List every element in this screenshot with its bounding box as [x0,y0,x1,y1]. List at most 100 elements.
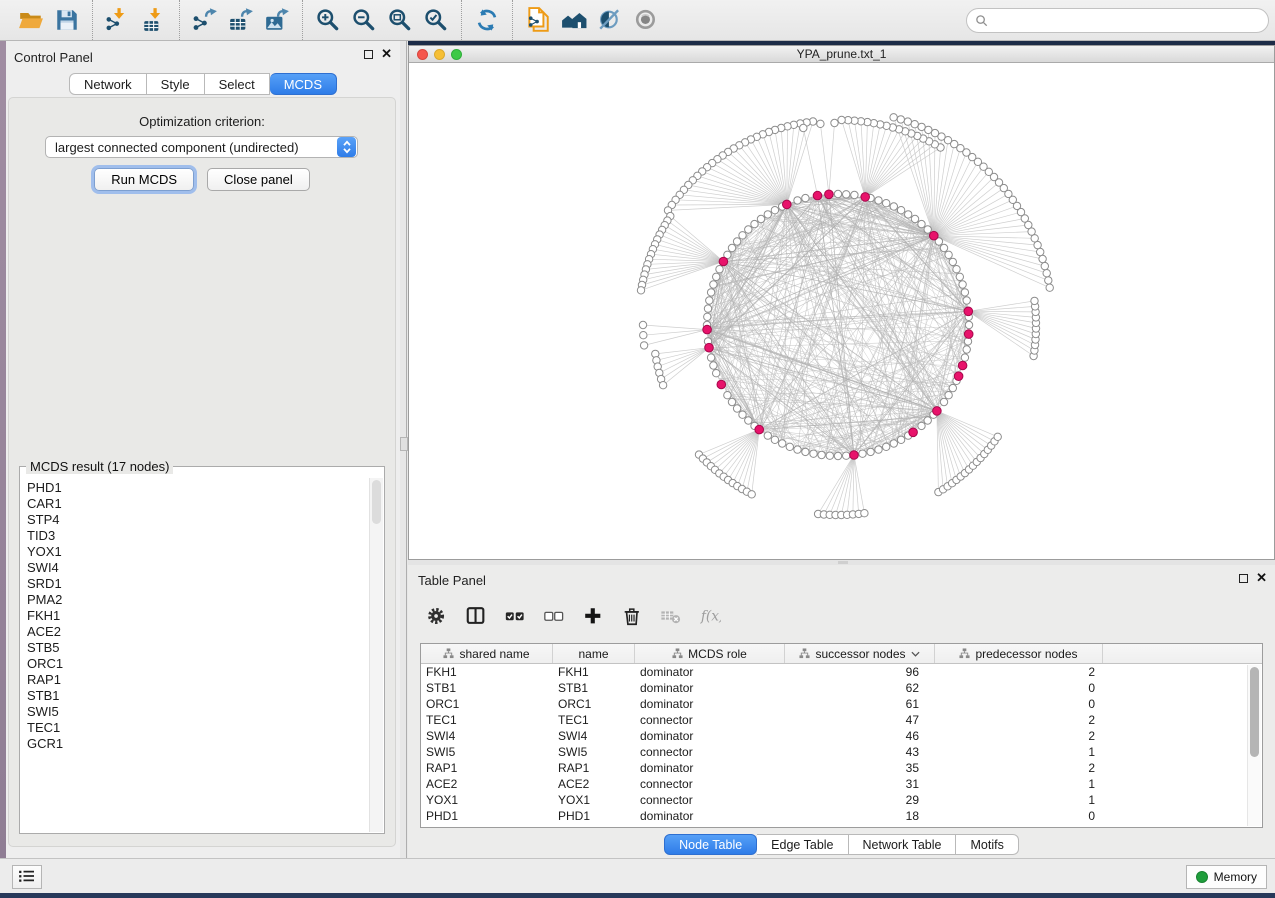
result-list-item[interactable]: TEC1 [21,720,369,736]
result-list-item[interactable]: ACE2 [21,624,369,640]
save-session-button[interactable] [49,4,85,36]
tab-network-table[interactable]: Network Table [849,834,957,855]
table-row[interactable]: PHD1PHD1dominator180 [421,808,1262,824]
import-network-button[interactable] [100,4,136,36]
mcds-result-group: MCDS result (17 nodes) PHD1CAR1STP4TID3Y… [19,466,385,834]
result-list-item[interactable]: SWI5 [21,704,369,720]
result-list-item[interactable]: CAR1 [21,496,369,512]
zoom-in-icon [315,7,341,33]
float-table-panel-icon[interactable] [1239,574,1248,583]
scrollbar-thumb[interactable] [1250,667,1259,757]
import-table-icon [141,7,167,33]
show-columns-button[interactable] [464,604,488,628]
table-scrollbar[interactable] [1247,665,1261,826]
tab-edge-table[interactable]: Edge Table [757,834,848,855]
result-list-item[interactable]: GCR1 [21,736,369,752]
control-panel: Control Panel ✕ NetworkStyleSelectMCDS O… [6,41,400,858]
save-session-icon [54,7,80,33]
column-header-name[interactable]: name [553,644,635,663]
result-list-item[interactable]: FKH1 [21,608,369,624]
splitter-grip[interactable] [400,437,408,451]
zoom-out-button[interactable] [346,4,382,36]
table-row[interactable]: STB1STB1dominator620 [421,680,1262,696]
float-panel-icon[interactable] [364,50,373,59]
export-table-button[interactable] [223,4,259,36]
table-row[interactable]: ORC1ORC1dominator610 [421,696,1262,712]
table-row[interactable]: SWI4SWI4dominator462 [421,728,1262,744]
table-cell: ACE2 [421,777,553,791]
function-builder-button[interactable]: f(x) [698,604,722,628]
column-header-shared-name[interactable]: shared name [421,644,553,663]
import-table-button[interactable] [136,4,172,36]
memory-button[interactable]: Memory [1186,865,1267,889]
zoom-selected-button[interactable] [418,4,454,36]
result-list-item[interactable]: STB5 [21,640,369,656]
table-cell: 61 [785,697,935,711]
panel-splitter[interactable] [400,41,408,858]
show-panels-button[interactable] [12,865,42,889]
result-list-scrollbar[interactable] [369,478,383,832]
result-list-item[interactable]: RAP1 [21,672,369,688]
hide-graphics-details-button[interactable] [592,4,628,36]
result-list-item[interactable]: PHD1 [21,480,369,496]
export-image-button[interactable] [259,4,295,36]
table-cell: 2 [935,713,1103,727]
table-row[interactable]: FKH1FKH1dominator962 [421,664,1262,680]
criterion-dropdown[interactable]: largest connected component (undirected) [45,136,358,158]
result-list-item[interactable]: TID3 [21,528,369,544]
mcds-result-list[interactable]: PHD1CAR1STP4TID3YOX1SWI4SRD1PMA2FKH1ACE2… [21,478,369,832]
zoom-fit-button[interactable] [382,4,418,36]
node-table[interactable]: shared name name MCDS rolesuccessor nodesp… [420,643,1263,828]
result-list-item[interactable]: YOX1 [21,544,369,560]
result-list-item[interactable]: PMA2 [21,592,369,608]
clear-checkboxes-button[interactable] [542,604,566,628]
tab-mcds[interactable]: MCDS [270,73,337,95]
result-list-item[interactable]: STP4 [21,512,369,528]
table-row[interactable]: RAP1RAP1dominator352 [421,760,1262,776]
zoom-out-icon [351,7,377,33]
result-list-item[interactable]: SWI4 [21,560,369,576]
export-network-button[interactable] [187,4,223,36]
search-input[interactable] [966,8,1269,33]
result-list-item[interactable]: ORC1 [21,656,369,672]
table-settings-button[interactable] [425,604,449,628]
mcds-tab-content: Optimization criterion: largest connecte… [8,97,396,847]
run-mcds-button[interactable]: Run MCDS [94,168,194,191]
tab-network[interactable]: Network [69,73,147,95]
delete-table-button[interactable] [659,604,683,628]
column-header-predecessor-nodes[interactable]: predecessor nodes [935,644,1103,663]
network-from-document-button[interactable] [520,4,556,36]
tab-motifs[interactable]: Motifs [956,834,1018,855]
column-label: name [578,647,608,661]
apply-layout-button[interactable] [469,4,505,36]
open-file-button[interactable] [13,4,49,36]
birds-eye-view-button[interactable] [628,4,664,36]
select-all-checkboxes-icon [504,605,526,627]
table-row[interactable]: SWI5SWI5connector431 [421,744,1262,760]
toolbar-group [461,0,512,40]
table-row[interactable]: TEC1TEC1connector472 [421,712,1262,728]
home-button[interactable] [556,4,592,36]
column-header-MCDS-role[interactable]: MCDS role [635,644,785,663]
column-header-successor-nodes[interactable]: successor nodes [785,644,935,663]
add-row-button[interactable] [581,604,605,628]
close-table-panel-icon[interactable]: ✕ [1256,573,1267,583]
close-panel-button[interactable]: Close panel [207,168,310,191]
select-all-checkboxes-button[interactable] [503,604,527,628]
network-window-titlebar[interactable]: YPA_prune.txt_1 [409,46,1274,63]
result-list-item[interactable]: STB1 [21,688,369,704]
close-panel-icon[interactable]: ✕ [381,49,392,59]
zoom-in-button[interactable] [310,4,346,36]
function-builder-icon: f(x) [699,605,721,627]
tab-style[interactable]: Style [147,73,205,95]
table-cell: SWI5 [421,745,553,759]
table-cell: 43 [785,745,935,759]
result-list-item[interactable]: SRD1 [21,576,369,592]
table-row[interactable]: ACE2ACE2connector311 [421,776,1262,792]
table-cell: FKH1 [553,665,635,679]
tab-select[interactable]: Select [205,73,270,95]
delete-row-button[interactable] [620,604,644,628]
tab-node-table[interactable]: Node Table [664,834,757,855]
network-canvas[interactable] [409,63,1274,559]
table-row[interactable]: YOX1YOX1connector291 [421,792,1262,808]
